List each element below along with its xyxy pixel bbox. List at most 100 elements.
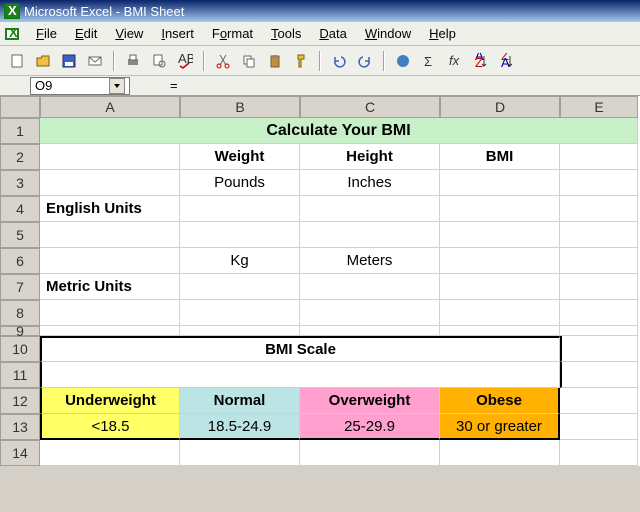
cell-row11[interactable] [40,362,560,388]
cell-e14[interactable] [560,440,638,466]
cell-e7[interactable] [560,274,638,300]
spreadsheet-grid[interactable]: A B C D E 1 2 3 4 5 6 7 8 9 10 11 12 13 … [0,96,640,466]
spellcheck-icon[interactable]: ABC [174,50,196,72]
paste-icon[interactable] [264,50,286,72]
cell-e6[interactable] [560,248,638,274]
select-all-corner[interactable] [0,96,40,118]
cell-d6[interactable] [440,248,560,274]
cell-b5[interactable] [180,222,300,248]
cell-b7[interactable] [180,274,300,300]
menu-view[interactable]: View [107,24,151,43]
row-header-6[interactable]: 6 [0,248,40,274]
cell-bmi[interactable]: BMI [440,144,560,170]
col-header-c[interactable]: C [300,96,440,118]
hyperlink-icon[interactable] [392,50,414,72]
autosum-icon[interactable]: Σ [418,50,440,72]
name-box[interactable]: O9 [30,77,130,95]
cell-title[interactable]: Calculate Your BMI [40,118,638,144]
cell-scale[interactable]: BMI Scale [40,336,560,362]
cell-uw-value[interactable]: <18.5 [40,414,180,440]
cell-d5[interactable] [440,222,560,248]
cell-a9[interactable] [40,326,180,336]
menu-edit[interactable]: Edit [67,24,105,43]
menu-file[interactable]: File [28,24,65,43]
col-header-e[interactable]: E [560,96,638,118]
cell-height[interactable]: Height [300,144,440,170]
cell-a3[interactable] [40,170,180,196]
cell-e8[interactable] [560,300,638,326]
print-preview-icon[interactable] [148,50,170,72]
row-header-11[interactable]: 11 [0,362,40,388]
row-header-5[interactable]: 5 [0,222,40,248]
cell-inches[interactable]: Inches [300,170,440,196]
email-icon[interactable] [84,50,106,72]
cell-e5[interactable] [560,222,638,248]
cell-a5[interactable] [40,222,180,248]
save-icon[interactable] [58,50,80,72]
cell-normal[interactable]: Normal [180,388,300,414]
cell-a14[interactable] [40,440,180,466]
cell-ob-value[interactable]: 30 or greater [440,414,560,440]
paste-function-icon[interactable]: fx [444,50,466,72]
open-icon[interactable] [32,50,54,72]
cell-metric[interactable]: Metric Units [40,274,180,300]
menu-tools[interactable]: Tools [263,24,309,43]
menu-data[interactable]: Data [311,24,354,43]
cell-c7[interactable] [300,274,440,300]
cell-e9[interactable] [560,326,638,336]
row-header-2[interactable]: 2 [0,144,40,170]
cell-e3[interactable] [560,170,638,196]
row-header-4[interactable]: 4 [0,196,40,222]
cell-b8[interactable] [180,300,300,326]
cell-ow-value[interactable]: 25-29.9 [300,414,440,440]
cell-english[interactable]: English Units [40,196,180,222]
cell-d9[interactable] [440,326,560,336]
cell-e10[interactable] [560,336,638,362]
row-header-3[interactable]: 3 [0,170,40,196]
menu-help[interactable]: Help [421,24,464,43]
cell-kg[interactable]: Kg [180,248,300,274]
cell-c4[interactable] [300,196,440,222]
cell-d4[interactable] [440,196,560,222]
cell-b14[interactable] [180,440,300,466]
cell-underweight[interactable]: Underweight [40,388,180,414]
cell-c14[interactable] [300,440,440,466]
format-painter-icon[interactable] [290,50,312,72]
undo-icon[interactable] [328,50,350,72]
cell-c9[interactable] [300,326,440,336]
row-header-10[interactable]: 10 [0,336,40,362]
sort-desc-icon[interactable]: ZA [496,50,518,72]
cell-d8[interactable] [440,300,560,326]
redo-icon[interactable] [354,50,376,72]
row-header-12[interactable]: 12 [0,388,40,414]
cell-nm-value[interactable]: 18.5-24.9 [180,414,300,440]
cell-e2[interactable] [560,144,638,170]
row-header-14[interactable]: 14 [0,440,40,466]
cell-meters[interactable]: Meters [300,248,440,274]
menu-format[interactable]: Format [204,24,261,43]
cell-e12[interactable] [560,388,638,414]
cell-d7[interactable] [440,274,560,300]
cell-c5[interactable] [300,222,440,248]
cell-overweight[interactable]: Overweight [300,388,440,414]
cell-e13[interactable] [560,414,638,440]
col-header-b[interactable]: B [180,96,300,118]
cell-weight[interactable]: Weight [180,144,300,170]
print-icon[interactable] [122,50,144,72]
name-box-dropdown-icon[interactable] [109,78,125,94]
cell-d14[interactable] [440,440,560,466]
cell-e4[interactable] [560,196,638,222]
cell-c8[interactable] [300,300,440,326]
copy-icon[interactable] [238,50,260,72]
sort-asc-icon[interactable]: AZ [470,50,492,72]
row-header-1[interactable]: 1 [0,118,40,144]
cell-a6[interactable] [40,248,180,274]
cut-icon[interactable] [212,50,234,72]
menu-window[interactable]: Window [357,24,419,43]
menu-insert[interactable]: Insert [153,24,202,43]
cell-b9[interactable] [180,326,300,336]
cell-e11[interactable] [560,362,638,388]
cell-d3[interactable] [440,170,560,196]
new-icon[interactable] [6,50,28,72]
col-header-a[interactable]: A [40,96,180,118]
